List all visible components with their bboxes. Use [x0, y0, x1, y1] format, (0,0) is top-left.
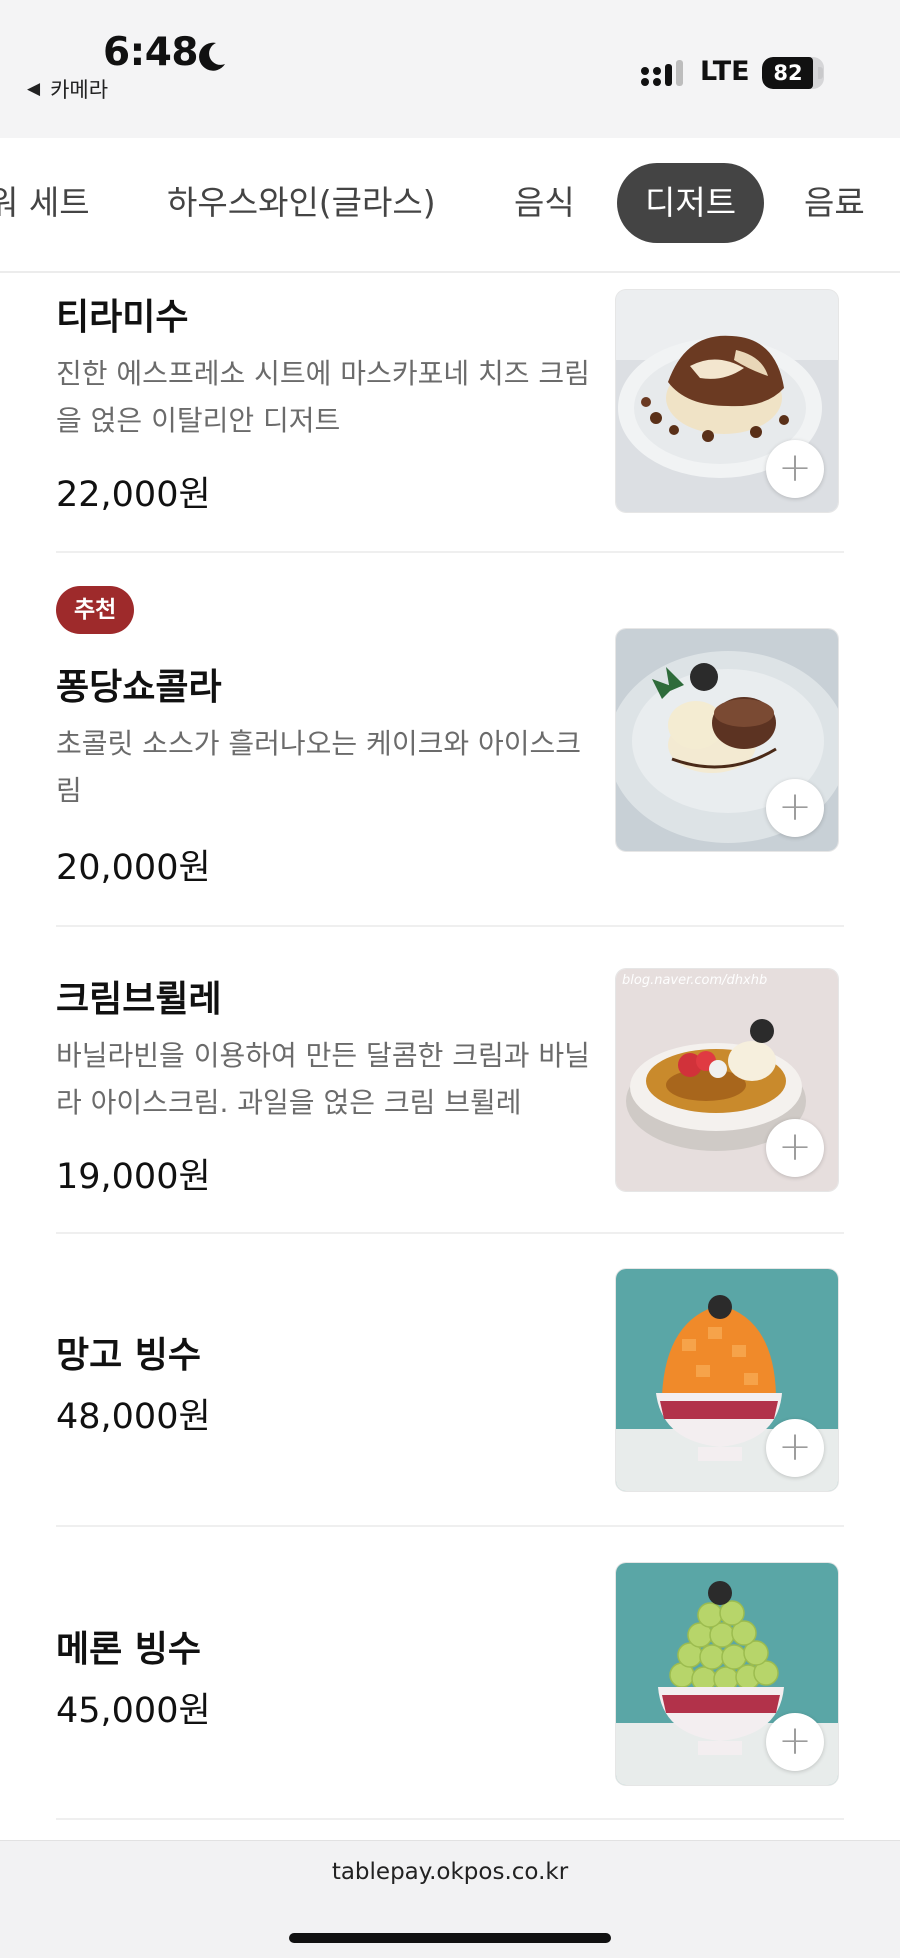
- menu-item-tiramisu[interactable]: 티라미수 진한 에스프레소 시트에 마스카포네 치즈 크림을 얹은 이탈리안 디…: [56, 278, 844, 518]
- back-to-camera-link[interactable]: ◀ 카메라: [27, 74, 108, 104]
- item-description: 초콜릿 소스가 흘러나오는 케이크와 아이스크림: [56, 727, 582, 807]
- mango-bingsu-photo[interactable]: +: [616, 1269, 838, 1491]
- item-name: 망고 빙수: [56, 1335, 202, 1376]
- plus-icon: +: [778, 444, 812, 491]
- site-url[interactable]: tablepay.okpos.co.kr: [0, 1859, 900, 1885]
- add-to-cart-button[interactable]: +: [766, 1119, 824, 1177]
- tab-drinks[interactable]: 음료: [804, 163, 865, 243]
- battery-tip: [818, 67, 823, 79]
- photo-watermark: blog.naver.com/dhxhb: [622, 973, 768, 988]
- item-description: 바닐라빈을 이용하여 만든 달콤한 크림과 바닐라 아이스크림. 과일을 얹은 …: [56, 1039, 590, 1119]
- menu-item-fondant-chocolat[interactable]: 추천 퐁당쇼콜라 초콜릿 소스가 흘러나오는 케이크와 아이스크림 20,000…: [56, 586, 844, 888]
- tiramisu-photo[interactable]: +: [616, 290, 838, 512]
- recommended-badge: 추천: [56, 586, 135, 634]
- back-label: 카메라: [50, 78, 109, 102]
- network-label: LTE: [700, 56, 750, 87]
- item-price: 45,000원: [56, 1691, 211, 1731]
- tab-house-wine[interactable]: 하우스와인(글라스): [167, 163, 436, 243]
- item-divider: [56, 551, 844, 553]
- home-indicator[interactable]: [289, 1933, 611, 1943]
- creme-brulee-photo[interactable]: blog.naver.com/dhxhb +: [616, 969, 838, 1191]
- item-divider: [56, 925, 844, 927]
- status-time: 6:48: [103, 30, 199, 75]
- browser-bottom-bar: tablepay.okpos.co.kr: [0, 1840, 900, 1958]
- melon-bingsu-photo[interactable]: +: [616, 1563, 838, 1785]
- battery-indicator: 82: [762, 57, 824, 89]
- item-price: 19,000원: [56, 1157, 211, 1197]
- plus-icon: +: [778, 1423, 812, 1470]
- plus-icon: +: [778, 783, 812, 830]
- item-divider: [56, 1525, 844, 1527]
- item-price: 20,000원: [56, 848, 211, 888]
- add-to-cart-button[interactable]: +: [766, 779, 824, 837]
- tab-dessert[interactable]: 디저트: [617, 163, 765, 243]
- menu-item-creme-brulee[interactable]: 크림브륄레 바닐라빈을 이용하여 만든 달콤한 크림과 바닐라 아이스크림. 과…: [56, 960, 844, 1200]
- item-name: 메론 빙수: [56, 1629, 202, 1670]
- item-divider: [56, 1818, 844, 1820]
- tab-food[interactable]: 음식: [514, 163, 575, 243]
- moon-icon: [199, 42, 225, 71]
- plus-icon: +: [778, 1123, 812, 1170]
- status-bar: 6:48 ◀ 카메라 LTE 82: [0, 0, 900, 138]
- item-divider: [56, 1232, 844, 1234]
- menu-item-mango-bingsu[interactable]: 망고 빙수 48,000원 +: [56, 1268, 844, 1508]
- item-price: 48,000원: [56, 1397, 211, 1437]
- back-triangle-icon: ◀: [27, 79, 41, 99]
- add-to-cart-button[interactable]: +: [766, 440, 824, 498]
- category-tab-bar[interactable]: 워 세트 하우스와인(글라스) 음식 디저트 음료: [0, 138, 900, 273]
- item-description: 진한 에스프레소 시트에 마스카포네 치즈 크림을 얹은 이탈리안 디저트: [56, 357, 590, 437]
- item-name: 티라미수: [56, 297, 189, 338]
- add-to-cart-button[interactable]: +: [766, 1419, 824, 1477]
- signal-icon: [641, 60, 683, 86]
- item-price: 22,000원: [56, 475, 211, 515]
- item-name: 퐁당쇼콜라: [56, 667, 222, 708]
- tab-set[interactable]: 워 세트: [0, 163, 90, 243]
- menu-item-melon-bingsu[interactable]: 메론 빙수 45,000원 +: [56, 1562, 844, 1802]
- add-to-cart-button[interactable]: +: [766, 1713, 824, 1771]
- battery-percent: 82: [773, 61, 803, 85]
- item-name: 크림브륄레: [56, 979, 222, 1020]
- plus-icon: +: [778, 1717, 812, 1764]
- fondant-chocolat-photo[interactable]: +: [616, 629, 838, 851]
